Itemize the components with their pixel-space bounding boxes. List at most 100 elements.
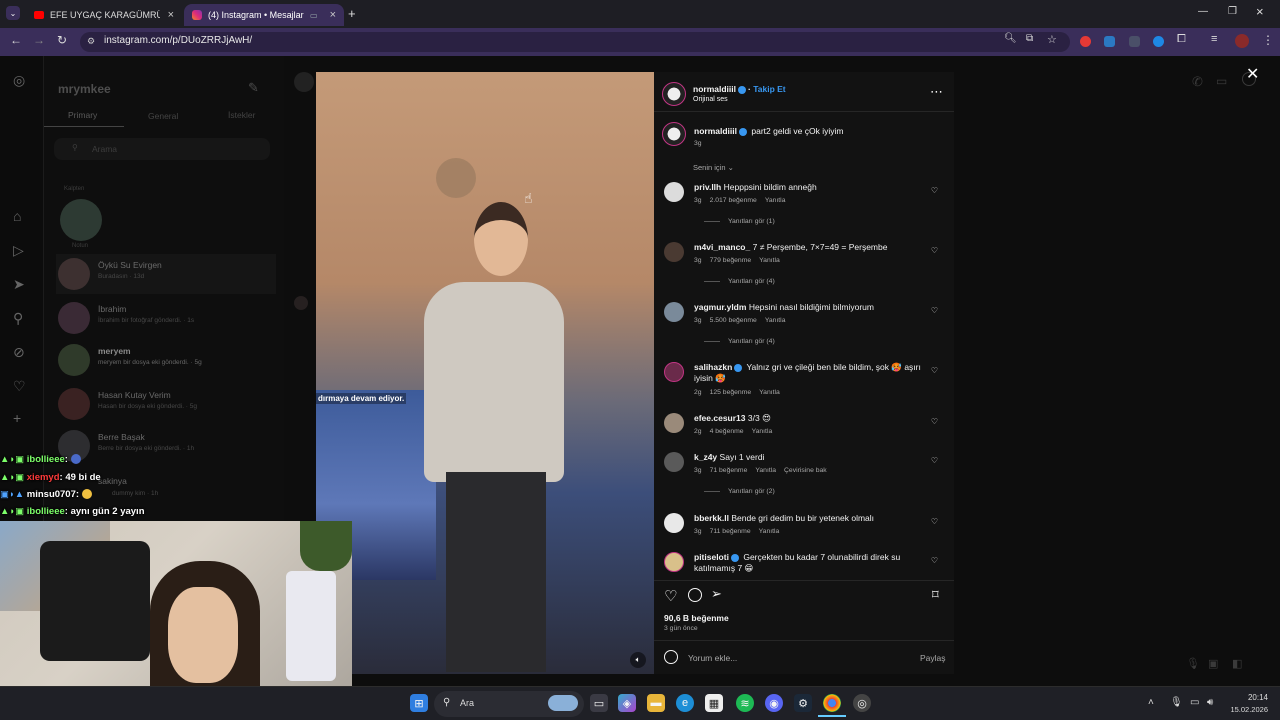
like-comment-icon[interactable]: ♡	[931, 556, 938, 565]
likes-count[interactable]: 90,6 B beğenme	[664, 613, 729, 623]
search-highlight-icon[interactable]	[548, 695, 578, 711]
commenter-avatar[interactable]	[664, 302, 684, 322]
save-icon[interactable]: ⌑	[932, 587, 939, 603]
reply-button[interactable]: Yanıtla	[759, 528, 780, 535]
zoom-icon[interactable]: 🔍︎	[1004, 33, 1017, 44]
site-info-icon[interactable]: ⚙	[87, 36, 95, 47]
tab-list-button[interactable]: ⌄	[6, 6, 20, 20]
volume-icon[interactable]: 🔊︎	[1207, 697, 1213, 708]
mic-icon[interactable]: 🎙︎	[1170, 697, 1183, 708]
share-icon[interactable]: ➢	[711, 586, 722, 602]
comment-username[interactable]: k_z4y	[694, 452, 717, 462]
image-icon[interactable]: ▣	[1208, 657, 1218, 670]
conversation-item[interactable]: Berre Başak Berre bir dosya eki gönderdi…	[56, 426, 276, 466]
extension-icon[interactable]	[1129, 36, 1140, 47]
tab-general[interactable]: General	[148, 111, 178, 121]
chrome-icon[interactable]	[823, 694, 841, 712]
view-replies-button[interactable]: Yanıtları gör (4)	[704, 278, 775, 285]
comment-likes[interactable]: 71 beğenme	[710, 467, 748, 474]
conversation-item[interactable]: Hasan Kutay Verim Hasan bir dosya eki gö…	[56, 384, 276, 424]
post-video[interactable]	[316, 72, 654, 674]
reply-button[interactable]: Yanıtla	[755, 467, 776, 474]
sidepanel-icon[interactable]: ≡	[1211, 33, 1217, 45]
start-menu-icon[interactable]: ⊞	[410, 694, 428, 712]
messages-icon[interactable]: ➤	[13, 276, 25, 293]
bookmark-star-icon[interactable]: ☆	[1047, 33, 1057, 46]
author-username[interactable]: normaldiiil	[693, 84, 736, 94]
minimize-icon[interactable]: —	[1198, 6, 1208, 17]
conversation-item[interactable]: Öykü Su Evirgen Buradasın · 13d	[56, 254, 276, 294]
close-window-icon[interactable]: ×	[1256, 4, 1264, 19]
reply-button[interactable]: Yanıtla	[765, 197, 786, 204]
comment-likes[interactable]: 125 beğenme	[710, 389, 752, 396]
translate-button[interactable]: Çevirisine bak	[784, 467, 827, 474]
comment-likes[interactable]: 4 beğenme	[710, 428, 744, 435]
spotify-icon[interactable]: ≋	[736, 694, 754, 712]
like-comment-icon[interactable]: ♡	[931, 246, 938, 255]
steam-icon[interactable]: ⚙	[794, 694, 812, 712]
audio-label[interactable]: Orijinal ses	[693, 96, 728, 103]
commenter-avatar[interactable]	[664, 182, 684, 202]
discord-icon[interactable]: ◉	[765, 694, 783, 712]
conversation-item[interactable]: meryem meryem bir dosya eki gönderdi. · …	[56, 340, 276, 380]
comment-likes[interactable]: 779 beğenme	[710, 257, 752, 264]
create-icon[interactable]: +	[13, 410, 21, 426]
like-comment-icon[interactable]: ♡	[931, 306, 938, 315]
sort-dropdown[interactable]: Senin için ⌄	[693, 163, 734, 172]
commenter-avatar[interactable]	[664, 513, 684, 533]
commenter-avatar[interactable]	[664, 452, 684, 472]
close-modal-icon[interactable]: ✕	[1246, 64, 1259, 84]
author-avatar[interactable]	[662, 82, 686, 106]
reels-icon[interactable]: ▷	[13, 242, 24, 259]
comment-likes[interactable]: 5.500 beğenme	[710, 317, 757, 324]
task-view-icon[interactable]: ▭	[590, 694, 608, 712]
conversation-item[interactable]: İbrahim İbrahim bir fotoğraf gönderdi. ·…	[56, 298, 276, 338]
tab-youtube[interactable]: EFE UYGAÇ KARAGÜMRÜK YAN ×	[26, 4, 182, 26]
post-comment-button[interactable]: Paylaş	[920, 653, 946, 663]
like-comment-icon[interactable]: ♡	[931, 456, 938, 465]
reload-icon[interactable]: ↻	[57, 33, 67, 47]
mute-icon[interactable]: 🔈︎	[630, 652, 646, 668]
comment-likes[interactable]: 2.017 beğenme	[710, 197, 757, 204]
follow-button[interactable]: Takip Et	[753, 84, 785, 94]
view-replies-button[interactable]: Yanıtları gör (1)	[704, 218, 775, 225]
reply-button[interactable]: Yanıtla	[765, 317, 786, 324]
search-icon[interactable]: ⚲	[13, 310, 23, 327]
extension-translate-icon[interactable]	[1104, 36, 1115, 47]
comment-username[interactable]: bberkk.ll	[694, 513, 729, 523]
author-avatar[interactable]	[662, 122, 686, 146]
clock-time[interactable]: 20:14	[1234, 693, 1268, 702]
phone-icon[interactable]: ✆	[1192, 74, 1203, 90]
file-explorer-icon[interactable]: ▬	[647, 694, 665, 712]
comment-icon[interactable]	[688, 588, 702, 602]
sticker-icon[interactable]: ◧	[1232, 657, 1242, 670]
commenter-avatar[interactable]	[664, 362, 684, 382]
note-avatar[interactable]	[60, 199, 102, 241]
view-replies-button[interactable]: Yanıtları gör (2)	[704, 488, 775, 495]
more-options-icon[interactable]: ⋯	[930, 84, 943, 100]
commenter-avatar[interactable]	[664, 413, 684, 433]
like-comment-icon[interactable]: ♡	[931, 366, 938, 375]
like-comment-icon[interactable]: ♡	[931, 517, 938, 526]
store-icon[interactable]: ▦	[705, 694, 723, 712]
tab-instagram[interactable]: (4) Instagram • Mesajlar ▭ ×	[184, 4, 344, 26]
mic-icon[interactable]: 🎙︎	[1186, 657, 1200, 670]
like-comment-icon[interactable]: ♡	[931, 186, 938, 195]
comment-input[interactable]: Yorum ekle...	[688, 653, 737, 663]
profile-avatar[interactable]	[1235, 34, 1249, 48]
forward-icon[interactable]: →	[33, 33, 45, 47]
close-tab-icon[interactable]: ×	[168, 9, 174, 21]
edge-icon[interactable]: e	[676, 694, 694, 712]
comment-username[interactable]: m4vi_manco_	[694, 242, 750, 252]
restore-icon[interactable]: ❐	[1228, 6, 1237, 17]
comment-username[interactable]: efee.cesur13	[694, 413, 746, 423]
reply-button[interactable]: Yanıtla	[759, 257, 780, 264]
clock-date[interactable]: 15.02.2026	[1222, 705, 1268, 714]
tray-chevron-icon[interactable]: ˄	[1148, 697, 1154, 708]
video-call-icon[interactable]: ▭	[1216, 74, 1227, 88]
caption-author[interactable]: normaldiiil	[694, 126, 737, 136]
commenter-avatar[interactable]	[664, 242, 684, 262]
reply-button[interactable]: Yanıtla	[759, 389, 780, 396]
dm-search-input[interactable]	[54, 138, 270, 160]
tab-requests[interactable]: İstekler	[228, 110, 255, 120]
